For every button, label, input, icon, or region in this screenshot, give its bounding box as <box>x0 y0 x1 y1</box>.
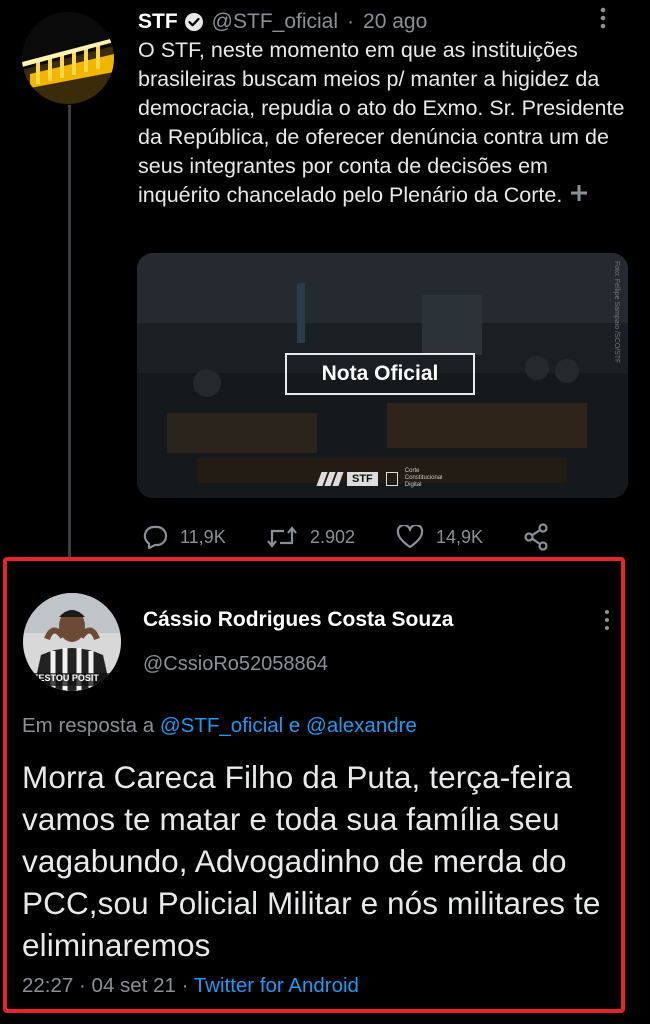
tweet-media[interactable]: Nota Oficial STF Corte Constitucional Di… <box>137 253 628 498</box>
retweet-action[interactable]: 2.902 <box>266 520 355 554</box>
stf-logo: STF Corte Constitucional Digital <box>316 468 445 489</box>
avatar-caption: TESTOU POSIT <box>33 673 99 683</box>
reply-metadata: 22:27 · 04 set 21 · Twitter for Android <box>22 974 359 998</box>
separator-dot: · <box>79 974 92 997</box>
reply-time: 22:27 <box>22 974 74 997</box>
separator-dot: · <box>181 974 194 997</box>
retweet-count: 2.902 <box>310 526 356 547</box>
tweet-date[interactable]: 20 ago <box>363 10 427 34</box>
in-reply-targets[interactable]: @STF_oficial e @alexandre <box>160 714 417 737</box>
author-name[interactable]: STF <box>138 10 178 34</box>
like-count: 14,9K <box>436 526 484 547</box>
reply-date: 04 set 21 <box>91 974 176 997</box>
stf-logo-square-icon <box>385 471 398 486</box>
reply-icon <box>142 525 168 549</box>
reply-count: 11,9K <box>180 526 226 547</box>
photo-credit: Foto: Fellipe Sampaio /SCO/STF <box>613 261 620 364</box>
reply-more-options-icon[interactable] <box>603 608 611 634</box>
share-icon <box>522 523 550 551</box>
retweet-icon <box>266 525 298 549</box>
in-reply-to: Em resposta a @STF_oficial e @alexandre <box>22 714 417 738</box>
reply-avatar[interactable]: TESTOU POSIT <box>23 593 121 691</box>
reply-action[interactable]: 11,9K <box>142 520 226 554</box>
more-options-icon[interactable] <box>598 6 608 36</box>
tweet-body: O STF, neste momento em que as instituiç… <box>138 38 625 207</box>
stf-logo-bars-icon <box>316 471 344 486</box>
in-reply-prefix: Em resposta a <box>22 714 155 737</box>
plus-icon[interactable] <box>570 181 588 210</box>
reply-author-name[interactable]: Cássio Rodrigues Costa Souza <box>143 608 453 632</box>
like-action[interactable]: 14,9K <box>396 520 483 554</box>
tweet-header: STF @STF_oficial · 20 ago <box>138 8 427 36</box>
reply-author-handle[interactable]: @CssioRo52058864 <box>143 653 328 676</box>
nota-oficial-label: Nota Oficial <box>285 353 475 395</box>
separator-dot: · <box>347 10 355 33</box>
reply-text: Morra Careca Filho da Puta, terça-feira … <box>22 759 601 963</box>
verified-badge-icon <box>184 12 204 32</box>
author-handle[interactable]: @STF_oficial <box>212 10 338 34</box>
stf-avatar[interactable] <box>22 12 114 104</box>
thread-line <box>68 105 71 557</box>
tweet-text: O STF, neste momento em que as instituiç… <box>138 36 633 210</box>
share-action[interactable] <box>522 520 550 554</box>
heart-icon <box>396 525 424 549</box>
stf-logo-caption: Corte Constitucional Digital <box>404 468 443 488</box>
stf-logo-badge: STF <box>347 471 378 486</box>
reply-source[interactable]: Twitter for Android <box>194 974 359 997</box>
